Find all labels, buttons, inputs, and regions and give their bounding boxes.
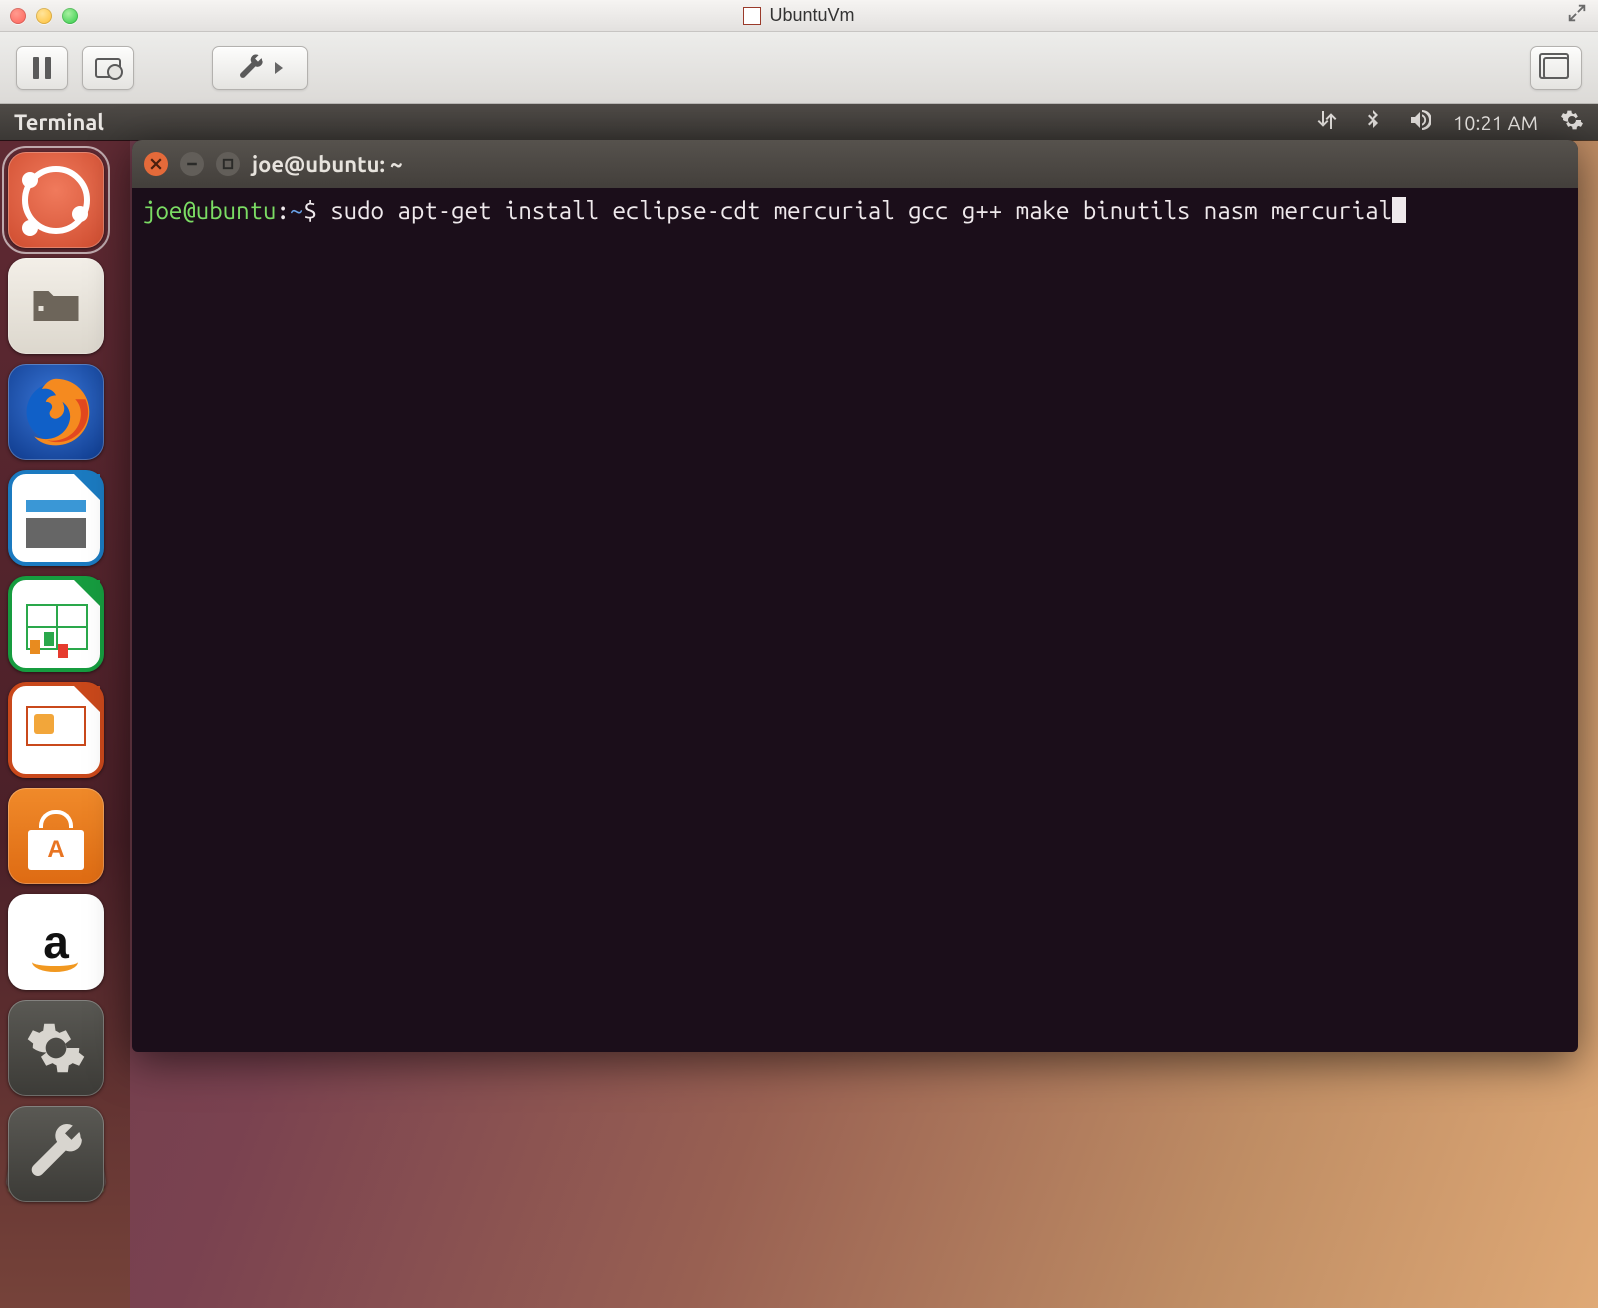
close-icon <box>150 158 162 170</box>
launcher-impress[interactable] <box>8 682 104 778</box>
snapshot-icon <box>95 58 121 78</box>
launcher-running-stack[interactable] <box>8 1106 122 1236</box>
unity-launcher: a <box>0 140 130 1308</box>
close-button[interactable] <box>10 8 26 24</box>
snapshot-button[interactable] <box>82 46 134 90</box>
network-indicator-icon[interactable] <box>1315 108 1339 136</box>
terminal-command: sudo apt-get install eclipse-cdt mercuri… <box>330 197 1392 224</box>
terminal-minimize-button[interactable] <box>180 152 204 176</box>
terminal-titlebar[interactable]: joe@ubuntu: ~ <box>132 140 1578 188</box>
prompt-path: ~ <box>290 197 303 224</box>
host-window-title: UbuntuVm <box>0 5 1598 26</box>
terminal-cursor <box>1392 197 1406 223</box>
minimize-button[interactable] <box>36 8 52 24</box>
panel-indicators: 10:21 AM <box>1315 108 1584 136</box>
host-title-text: UbuntuVm <box>769 5 854 26</box>
launcher-dash[interactable] <box>8 152 104 248</box>
prompt-userhost: joe@ubuntu <box>142 197 276 224</box>
launcher-writer[interactable] <box>8 470 104 566</box>
pause-vm-button[interactable] <box>16 46 68 90</box>
vm-icon <box>743 7 761 25</box>
ubuntu-desktop: Terminal 10:21 AM a <box>0 104 1598 1308</box>
bluetooth-indicator-icon[interactable] <box>1361 108 1385 136</box>
terminal-maximize-button[interactable] <box>216 152 240 176</box>
vm-host-toolbar <box>0 32 1598 104</box>
host-titlebar: UbuntuVm <box>0 0 1598 32</box>
minimize-icon <box>186 158 198 170</box>
clock-label[interactable]: 10:21 AM <box>1453 111 1538 134</box>
stack-icon <box>1543 57 1569 79</box>
launcher-settings-top[interactable] <box>8 1106 104 1202</box>
pause-icon <box>33 57 51 79</box>
launcher-software-center[interactable] <box>8 788 104 884</box>
terminal-body[interactable]: joe@ubuntu:~$ sudo apt-get install eclip… <box>132 188 1578 234</box>
terminal-title-text: joe@ubuntu: ~ <box>252 152 402 177</box>
prompt-colon: : <box>276 197 289 224</box>
zoom-button[interactable] <box>62 8 78 24</box>
prompt-suffix: $ <box>303 197 330 224</box>
tools-dropdown-button[interactable] <box>212 46 308 90</box>
dropdown-arrow-icon <box>275 62 283 74</box>
volume-indicator-icon[interactable] <box>1407 108 1431 136</box>
terminal-window: joe@ubuntu: ~ joe@ubuntu:~$ sudo apt-get… <box>132 140 1578 1052</box>
launcher-firefox[interactable] <box>8 364 104 460</box>
session-indicator-icon[interactable] <box>1560 108 1584 136</box>
vm-library-button[interactable] <box>1530 46 1582 90</box>
wrench-icon <box>237 54 269 82</box>
active-application-label: Terminal <box>14 110 104 135</box>
launcher-files[interactable] <box>8 258 104 354</box>
ubuntu-top-panel: Terminal 10:21 AM <box>0 104 1598 140</box>
launcher-system-settings[interactable] <box>8 1000 104 1096</box>
maximize-icon <box>222 158 234 170</box>
fullscreen-toggle-icon[interactable] <box>1566 2 1588 29</box>
launcher-calc[interactable] <box>8 576 104 672</box>
terminal-close-button[interactable] <box>144 152 168 176</box>
window-controls <box>10 8 78 24</box>
launcher-amazon[interactable]: a <box>8 894 104 990</box>
